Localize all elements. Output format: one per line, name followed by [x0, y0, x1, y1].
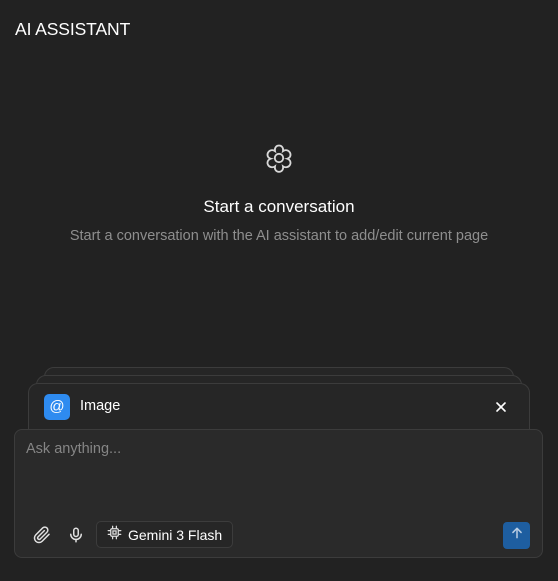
paperclip-icon[interactable] — [31, 524, 53, 546]
close-icon[interactable] — [493, 399, 509, 415]
send-button[interactable] — [503, 522, 530, 549]
flower-icon — [261, 140, 297, 176]
empty-state-subtitle: Start a conversation with the AI assista… — [69, 228, 489, 244]
context-label: Image — [80, 398, 121, 414]
empty-state-title: Start a conversation — [203, 197, 355, 216]
model-selector-label: Gemini 3 Flash — [128, 526, 223, 543]
at-sign-icon: @ — [44, 394, 70, 420]
model-selector-button[interactable]: Gemini 3 Flash — [96, 521, 234, 548]
empty-state: Start a conversation Start a conversatio… — [0, 140, 558, 244]
context-attachment-card: @ Image — [28, 383, 530, 434]
message-composer: Gemini 3 Flash — [14, 429, 543, 558]
arrow-up-icon — [510, 526, 524, 545]
message-input[interactable] — [26, 441, 530, 501]
microphone-icon[interactable] — [65, 524, 87, 546]
chip-icon — [107, 525, 122, 545]
panel-title: AI ASSISTANT — [15, 19, 131, 39]
